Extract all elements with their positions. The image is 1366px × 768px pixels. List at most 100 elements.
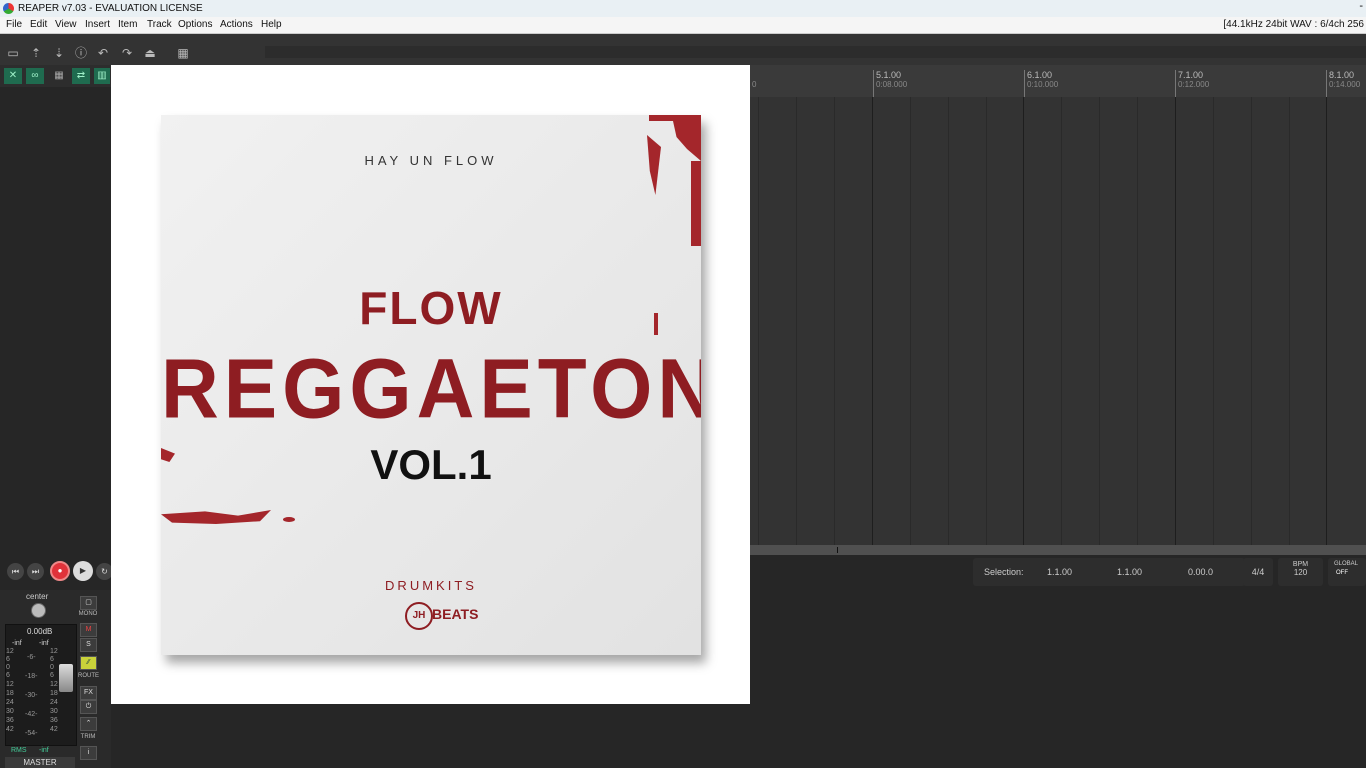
meter-tick: 12 (50, 681, 58, 688)
ruler-partial: 0 (752, 80, 757, 89)
go-to-end-icon[interactable]: ⏭ (27, 563, 44, 580)
album-cover: HAY UN FLOW FLOW REGGAETON VOL.1 DRUMKIT… (161, 115, 701, 655)
minimize-button[interactable]: - (1359, 0, 1363, 15)
envelope-icon[interactable]: ⇄ (72, 68, 90, 84)
meter-tick: 36 (6, 717, 14, 724)
project-settings-icon[interactable]: ⓘ (73, 45, 89, 61)
menu-help[interactable]: Help (261, 17, 282, 33)
reaper-logo-icon (3, 3, 14, 14)
info-button[interactable]: i (80, 746, 97, 760)
metronome-icon[interactable]: ⏏ (142, 45, 158, 61)
trim-icon[interactable]: ⌃ (80, 717, 97, 731)
bpm-value[interactable]: 120 (1278, 568, 1323, 577)
meter-tick: 30 (50, 708, 58, 715)
peak-left: -inf (12, 640, 22, 647)
global-automation[interactable]: GLOBAL OFF (1328, 558, 1366, 586)
grid-line (1175, 97, 1176, 545)
peak-right: -inf (39, 640, 49, 647)
menu-view[interactable]: View (55, 17, 77, 33)
meter-tick: 6 (6, 672, 10, 679)
grid-line (1137, 97, 1138, 545)
meter-tick: -42- (25, 711, 38, 718)
track-control-panel[interactable] (0, 87, 111, 545)
ruler-mark: 6.1.00 0:10.000 (1024, 70, 1058, 97)
solo-button[interactable]: S (80, 638, 97, 652)
menu-file[interactable]: File (6, 17, 22, 33)
grid-line (1061, 97, 1062, 545)
grid-lines-icon[interactable]: ▥ (94, 68, 110, 84)
grid-line (948, 97, 949, 545)
meter-tick: 6 (6, 656, 10, 663)
mono-label: MONO (78, 611, 98, 617)
fx-bypass-icon[interactable]: ⏻ (80, 700, 97, 714)
meter-tick: 30 (6, 708, 14, 715)
record-button[interactable]: ● (50, 561, 70, 581)
timeline-ruler[interactable]: 0 5.1.00 0:08.000 6.1.00 0:10.000 7.1.00 0:… (750, 65, 1366, 98)
pan-knob[interactable] (31, 603, 46, 618)
pan-label: center (26, 592, 49, 601)
jh-logo-icon: JH (405, 602, 433, 630)
selection-display[interactable]: Selection: 1.1.00 1.1.00 0.00.0 (973, 558, 1245, 586)
cover-title-reggaeton: REGGAETON (161, 341, 701, 436)
selection-start[interactable]: 1.1.00 (1047, 558, 1072, 586)
undo-icon[interactable]: ↶ (95, 45, 111, 61)
fx-button[interactable]: FX (80, 686, 97, 700)
meter-tick: -54- (25, 730, 38, 737)
menu-bar: File Edit View Insert Item Track Options… (0, 17, 1366, 34)
volume-fader[interactable] (59, 664, 73, 692)
meter-tick: 36 (50, 717, 58, 724)
menu-track[interactable]: Track (147, 17, 172, 33)
meter-tick: 6 (50, 672, 54, 679)
rms-label: RMS (11, 747, 27, 754)
go-to-start-icon[interactable]: ⏮ (7, 563, 24, 580)
paint-splash (161, 510, 271, 524)
grid-line (910, 97, 911, 545)
selection-label: Selection: (984, 567, 1024, 577)
selection-end[interactable]: 1.1.00 (1117, 558, 1142, 586)
bpm-display[interactable]: BPM 120 (1278, 558, 1323, 586)
grid-line (1326, 97, 1327, 545)
mute-button[interactable]: M (80, 623, 97, 637)
scroll-thumb[interactable] (837, 547, 838, 553)
grid-line (1289, 97, 1290, 545)
selection-length[interactable]: 0.00.0 (1188, 558, 1213, 586)
grid-icon[interactable]: ▦ (175, 45, 191, 61)
save-project-icon[interactable]: ⇣ (51, 45, 67, 61)
meter-tick: -18- (25, 673, 38, 680)
trim-label: TRIM (80, 734, 96, 740)
snap-grid-icon[interactable]: ▦ (50, 68, 68, 84)
grid-line (758, 97, 759, 545)
play-button[interactable]: ▶ (73, 561, 93, 581)
paint-splash (283, 517, 295, 522)
open-project-icon[interactable]: ⇡ (28, 45, 44, 61)
cover-title-flow: FLOW (359, 282, 503, 334)
cover-drumkits: DRUMKITS (385, 578, 477, 593)
meter-tick: 18 (50, 690, 58, 697)
time-signature[interactable]: 4/4 (1243, 558, 1273, 586)
cover-subtitle: HAY UN FLOW (364, 153, 498, 168)
menu-options[interactable]: Options (178, 17, 212, 33)
meter-tick: 24 (50, 699, 58, 706)
meter-tick: 6 (50, 656, 54, 663)
redo-icon[interactable]: ↷ (119, 45, 135, 61)
horizontal-scrollbar[interactable] (750, 545, 1366, 555)
ruler-mark: 8.1.00 0:14.000 (1326, 70, 1360, 97)
meter-tick: -30- (25, 692, 38, 699)
cover-volume: VOL.1 (370, 441, 492, 488)
title-bar: REAPER v7.03 - EVALUATION LICENSE - (0, 0, 1366, 17)
route-icon[interactable]: ⁄⁄ (80, 656, 97, 670)
menu-actions[interactable]: Actions (220, 17, 253, 33)
link-icon[interactable]: ∞ (26, 68, 44, 84)
global-state: OFF (1336, 570, 1348, 576)
ripple-edit-icon[interactable]: ✕ (4, 68, 22, 84)
grid-line (796, 97, 797, 545)
mono-button[interactable]: ▢ (80, 596, 97, 610)
audio-status: [44.1kHz 24bit WAV : 6/4ch 256 (1223, 19, 1364, 30)
volume-readout: 0.00dB (27, 627, 53, 636)
arrange-view[interactable] (750, 97, 1366, 545)
bpm-label: BPM (1292, 561, 1309, 568)
menu-item[interactable]: Item (118, 17, 137, 33)
menu-insert[interactable]: Insert (85, 17, 110, 33)
new-project-icon[interactable]: ▭ (5, 45, 21, 61)
menu-edit[interactable]: Edit (30, 17, 47, 33)
